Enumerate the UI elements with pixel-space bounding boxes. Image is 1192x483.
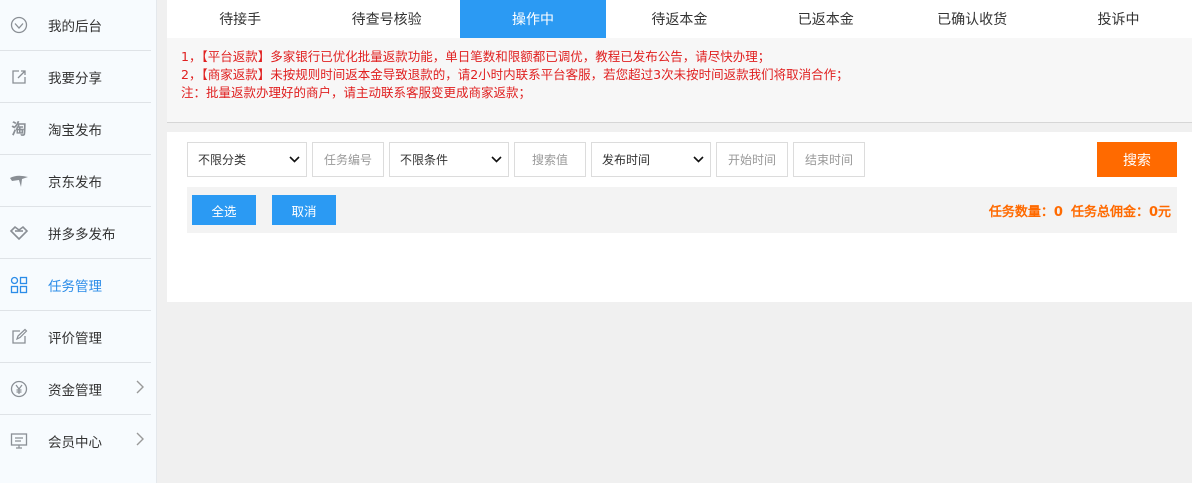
sidebar-item-label: 淘宝发布	[48, 122, 102, 139]
taobao-icon: 淘	[11, 120, 27, 138]
notice-line: 2，【商家返款】未按规则时间返本金导致退款的，请2小时内联系平台客服，若您超过3…	[181, 67, 849, 82]
search-button[interactable]: 搜索	[1097, 142, 1177, 177]
chevron-right-icon	[135, 431, 145, 451]
time-type-select[interactable]: 发布时间	[591, 142, 711, 177]
tab-complaints[interactable]: 投诉中	[1045, 0, 1191, 38]
tab-confirmed-receipt[interactable]: 已确认收货	[899, 0, 1045, 38]
tab-pending-accept[interactable]: 待接手	[167, 0, 313, 38]
task-number-input[interactable]: 任务编号	[312, 142, 384, 177]
notice-box: 1，【平台返款】多家银行已优化批量返款功能，单日笔数和限额都已调优，教程已发布公…	[167, 38, 1192, 123]
tab-refunded[interactable]: 已返本金	[753, 0, 899, 38]
condition-select-value: 不限条件	[400, 153, 449, 167]
sidebar-item-label: 京东发布	[48, 174, 102, 191]
sidebar-item-label: 我要分享	[48, 70, 102, 87]
sidebar-item-jd[interactable]: 京东发布	[0, 155, 151, 207]
cancel-button[interactable]: 取消	[272, 195, 336, 225]
category-select[interactable]: 不限分类	[187, 142, 307, 177]
select-all-button[interactable]: 全选	[192, 195, 256, 225]
sidebar-item-taobao[interactable]: 淘 淘宝发布	[0, 103, 151, 155]
sidebar-item-label: 我的后台	[48, 19, 102, 35]
task-summary: 任务数量：0 任务总佣金：0元	[981, 201, 1171, 220]
start-time-input[interactable]: 开始时间	[716, 142, 788, 177]
notice-line: 注：批量返款办理好的商户，请主动联系客服变更成商家返款；	[181, 85, 532, 100]
yen-icon	[9, 379, 29, 399]
tab-pending-verification[interactable]: 待查号核验	[313, 0, 459, 38]
sidebar-item-label: 任务管理	[48, 278, 102, 295]
tab-in-progress[interactable]: 操作中	[459, 0, 607, 38]
sidebar: 我的后台 我要分享 淘 淘宝发布 京东发布 拼多多发布 任务管理 评价管理 资金…	[0, 0, 157, 483]
chevron-down-icon	[289, 153, 300, 166]
total-commission: 任务总佣金：0元	[1070, 205, 1171, 220]
action-bar: 全选 取消 任务数量：0 任务总佣金：0元	[187, 187, 1177, 233]
sidebar-item-label: 会员中心	[48, 435, 102, 451]
sidebar-item-task-management[interactable]: 任务管理	[0, 259, 151, 311]
sidebar-item-dashboard[interactable]: 我的后台	[0, 0, 151, 51]
sidebar-item-review-management[interactable]: 评价管理	[0, 311, 151, 363]
filter-panel: 不限分类 任务编号 不限条件 搜索值 发布时间 开始时间 结束时间 搜索 全选 …	[167, 132, 1192, 302]
share-icon	[9, 67, 29, 87]
sidebar-item-label: 拼多多发布	[48, 226, 116, 243]
chevron-right-icon	[135, 379, 145, 399]
monitor-icon	[9, 431, 29, 451]
search-value-input[interactable]: 搜索值	[514, 142, 586, 177]
condition-select[interactable]: 不限条件	[389, 142, 509, 177]
chevron-down-icon	[693, 153, 704, 166]
diamond-icon	[9, 15, 29, 35]
grid-icon	[9, 275, 29, 295]
end-time-input[interactable]: 结束时间	[793, 142, 865, 177]
sidebar-item-pdd[interactable]: 拼多多发布	[0, 207, 151, 259]
tab-pending-refund[interactable]: 待返本金	[606, 0, 752, 38]
sidebar-item-fund-management[interactable]: 资金管理	[0, 363, 151, 415]
status-tabs: 待接手 待查号核验 操作中 待返本金 已返本金 已确认收货 投诉中	[167, 0, 1192, 38]
sidebar-item-label: 资金管理	[48, 382, 102, 399]
sidebar-item-member-center[interactable]: 会员中心	[0, 415, 151, 467]
sidebar-item-label: 评价管理	[48, 330, 102, 347]
pdd-icon	[9, 223, 29, 243]
edit-icon	[9, 327, 29, 347]
chevron-down-icon	[491, 153, 502, 166]
category-select-value: 不限分类	[198, 153, 247, 167]
notice-line: 1，【平台返款】多家银行已优化批量返款功能，单日笔数和限额都已调优，教程已发布公…	[181, 49, 771, 64]
task-count: 任务数量：0	[988, 205, 1063, 220]
time-type-select-value: 发布时间	[602, 153, 651, 167]
sidebar-item-share[interactable]: 我要分享	[0, 51, 151, 103]
jd-icon	[9, 171, 29, 191]
